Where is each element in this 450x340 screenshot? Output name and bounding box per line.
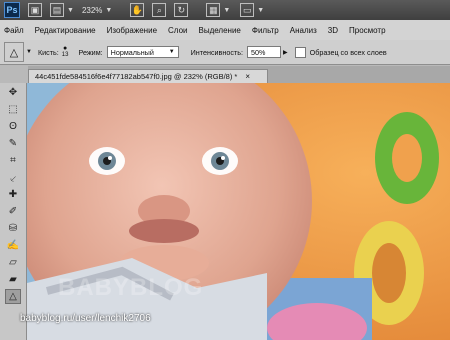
magnifier-icon[interactable]: ⌕: [152, 3, 167, 17]
application-bar: Ps ▣ ▤ ▼ 232% ▼ ✋ ⌕ ↻ ▦ ▼ ▭ ▼: [0, 0, 450, 20]
grid-icon[interactable]: ▦: [206, 3, 221, 17]
photo-credit: babyblog.ru/user/lenchik2706: [20, 313, 151, 324]
mode-select[interactable]: Нормальный ▼: [106, 46, 179, 58]
quick-select-tool-icon[interactable]: ✎: [5, 136, 21, 151]
brush-size: 13: [61, 52, 69, 58]
menu-edit[interactable]: Редактирование: [31, 26, 103, 35]
gradient-tool-icon[interactable]: ▰: [5, 272, 21, 287]
menu-bar: Файл Редактирование Изображение Слои Выд…: [0, 20, 450, 41]
intensity-field[interactable]: 50%: [246, 46, 281, 58]
stamp-tool-icon[interactable]: ⛁: [5, 221, 21, 236]
tool-preset-dropdown-icon[interactable]: ▼: [26, 49, 32, 55]
menu-select[interactable]: Выделение: [194, 26, 247, 35]
menu-view[interactable]: Просмотр: [345, 26, 393, 35]
intensity-label: Интенсивность:: [190, 47, 243, 57]
document-tab-title: 44c451fde584516f6e4f77182ab547f0.jpg @ 2…: [35, 72, 238, 81]
tool-preset-icon[interactable]: △: [4, 42, 24, 62]
screen-mode-icon[interactable]: ▭: [240, 3, 255, 17]
sample-all-layers-checkbox[interactable]: [294, 46, 306, 58]
brush-tool-icon[interactable]: ✐: [5, 204, 21, 219]
screen-mode-dropdown-icon[interactable]: ▼: [257, 7, 264, 14]
view-extras-dropdown-icon[interactable]: ▼: [67, 7, 74, 14]
sample-all-layers-label: Образец со всех слоев: [309, 47, 387, 57]
babyblog-watermark: BABYBLOG: [58, 274, 204, 301]
hand-icon[interactable]: ✋: [130, 3, 145, 17]
crop-tool-icon[interactable]: ⌗: [5, 153, 21, 168]
mode-label: Режим:: [78, 47, 103, 57]
eraser-tool-icon[interactable]: ▱: [5, 255, 21, 270]
intensity-value: 50%: [250, 47, 266, 57]
marquee-tool-icon[interactable]: ⬚: [5, 102, 21, 117]
healing-tool-icon[interactable]: ✚: [5, 187, 21, 202]
brush-tip-icon: ●: [63, 45, 68, 52]
lasso-tool-icon[interactable]: ʘ: [5, 119, 21, 134]
menu-file[interactable]: Файл: [0, 26, 31, 35]
brush-picker[interactable]: ● 13: [62, 45, 69, 59]
menu-layers[interactable]: Слои: [164, 26, 194, 35]
menu-3d[interactable]: 3D: [324, 26, 345, 35]
rotate-icon[interactable]: ↻: [174, 3, 189, 17]
file-browse-icon[interactable]: ▣: [28, 3, 42, 17]
mode-dropdown-icon: ▼: [168, 49, 175, 55]
photoshop-logo: Ps: [4, 2, 20, 18]
intensity-slider-icon[interactable]: ▶: [283, 49, 288, 56]
eyedropper-tool-icon[interactable]: ⸔: [5, 170, 21, 185]
smudge-tool-icon[interactable]: △: [5, 289, 21, 304]
document-tab[interactable]: 44c451fde584516f6e4f77182ab547f0.jpg @ 2…: [28, 69, 268, 83]
brush-label: Кисть:: [37, 47, 59, 57]
menu-analysis[interactable]: Анализ: [286, 26, 324, 35]
close-icon[interactable]: ×: [245, 72, 250, 81]
toolbox: ✥ ⬚ ʘ ✎ ⌗ ⸔ ✚ ✐ ⛁ ✍ ▱ ▰ △: [0, 83, 27, 340]
grid-dropdown-icon[interactable]: ▼: [223, 7, 230, 14]
view-extras-icon[interactable]: ▤: [50, 3, 64, 17]
menu-image[interactable]: Изображение: [103, 26, 164, 35]
zoom-level-value[interactable]: 232%: [82, 6, 102, 15]
menu-filter[interactable]: Фильтр: [248, 26, 286, 35]
mode-value: Нормальный: [110, 47, 154, 57]
zoom-dropdown-icon[interactable]: ▼: [105, 7, 112, 14]
move-tool-icon[interactable]: ✥: [5, 85, 21, 100]
history-brush-tool-icon[interactable]: ✍: [5, 238, 21, 253]
document-tab-bar: 44c451fde584516f6e4f77182ab547f0.jpg @ 2…: [28, 66, 450, 83]
options-bar: △ ▼ Кисть: ● 13 Режим: Нормальный ▼ Инте…: [0, 40, 450, 65]
